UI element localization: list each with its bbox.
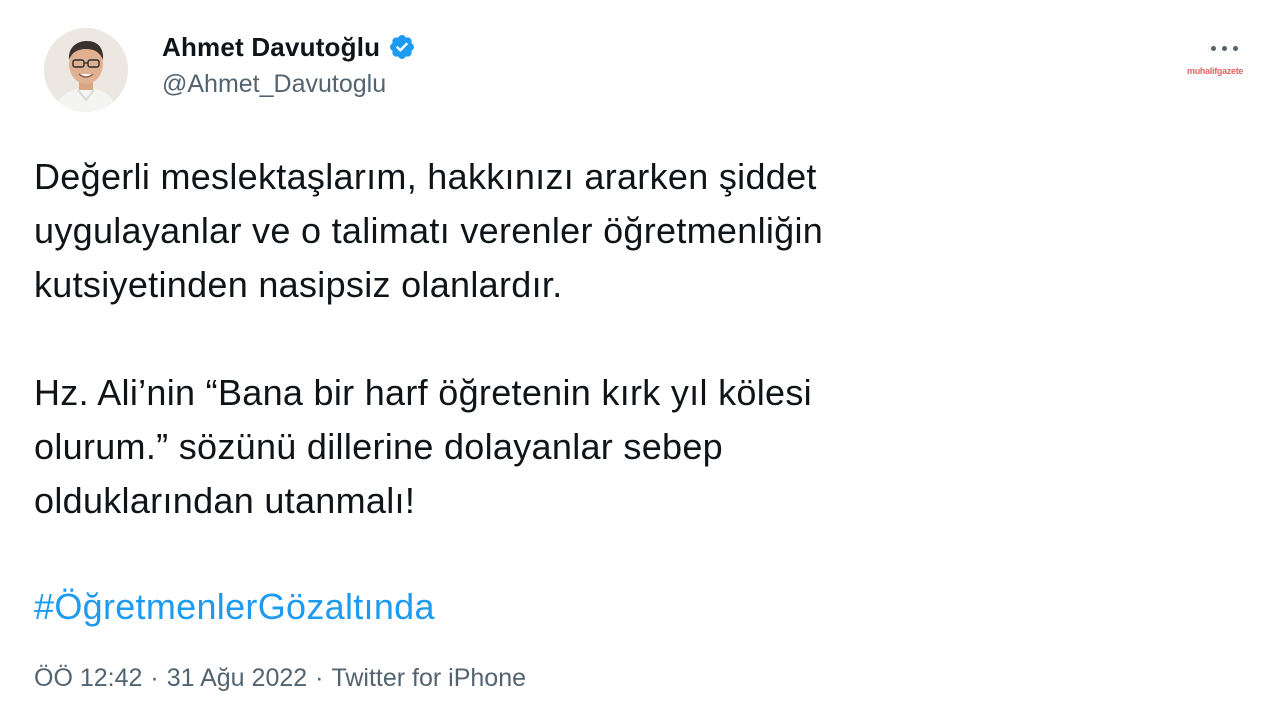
tweet-card: Ahmet Davutoğlu @Ahmet_Davutoglu muhalif… (0, 0, 1280, 720)
hashtag-link[interactable]: #ÖğretmenlerGözaltında (34, 580, 435, 634)
author-display-name[interactable]: Ahmet Davutoğlu (162, 32, 380, 63)
tweet-text: Değerli meslektaşlarım, hakkınızı ararke… (34, 150, 1214, 528)
tweet-paragraph-1: Değerli meslektaşlarım, hakkınızı ararke… (34, 156, 824, 305)
tweet-date[interactable]: 31 Ağu 2022 (167, 664, 307, 693)
more-horizontal-icon-dot (1232, 45, 1238, 51)
author-block: Ahmet Davutoğlu @Ahmet_Davutoglu (162, 30, 416, 99)
tweet-metadata: ÖÖ 12:42 · 31 Ağu 2022 · Twitter for iPh… (34, 664, 526, 693)
watermark-logo: muhalifgazete (1187, 66, 1244, 76)
more-horizontal-icon-dot (1221, 45, 1227, 51)
author-handle[interactable]: @Ahmet_Davutoglu (162, 70, 416, 99)
tweet-time[interactable]: ÖÖ 12:42 (34, 664, 142, 693)
meta-separator: · (315, 664, 324, 692)
name-row: Ahmet Davutoğlu (162, 30, 416, 64)
more-horizontal-icon (1210, 45, 1216, 51)
meta-separator: · (150, 664, 159, 692)
more-options-button[interactable] (1204, 36, 1244, 60)
verified-badge-icon (388, 33, 416, 61)
avatar[interactable] (44, 28, 128, 112)
avatar-image (44, 28, 128, 112)
tweet-paragraph-2: Hz. Ali’nin “Bana bir harf öğretenin kır… (34, 372, 812, 521)
tweet-source: Twitter for iPhone (331, 664, 527, 692)
